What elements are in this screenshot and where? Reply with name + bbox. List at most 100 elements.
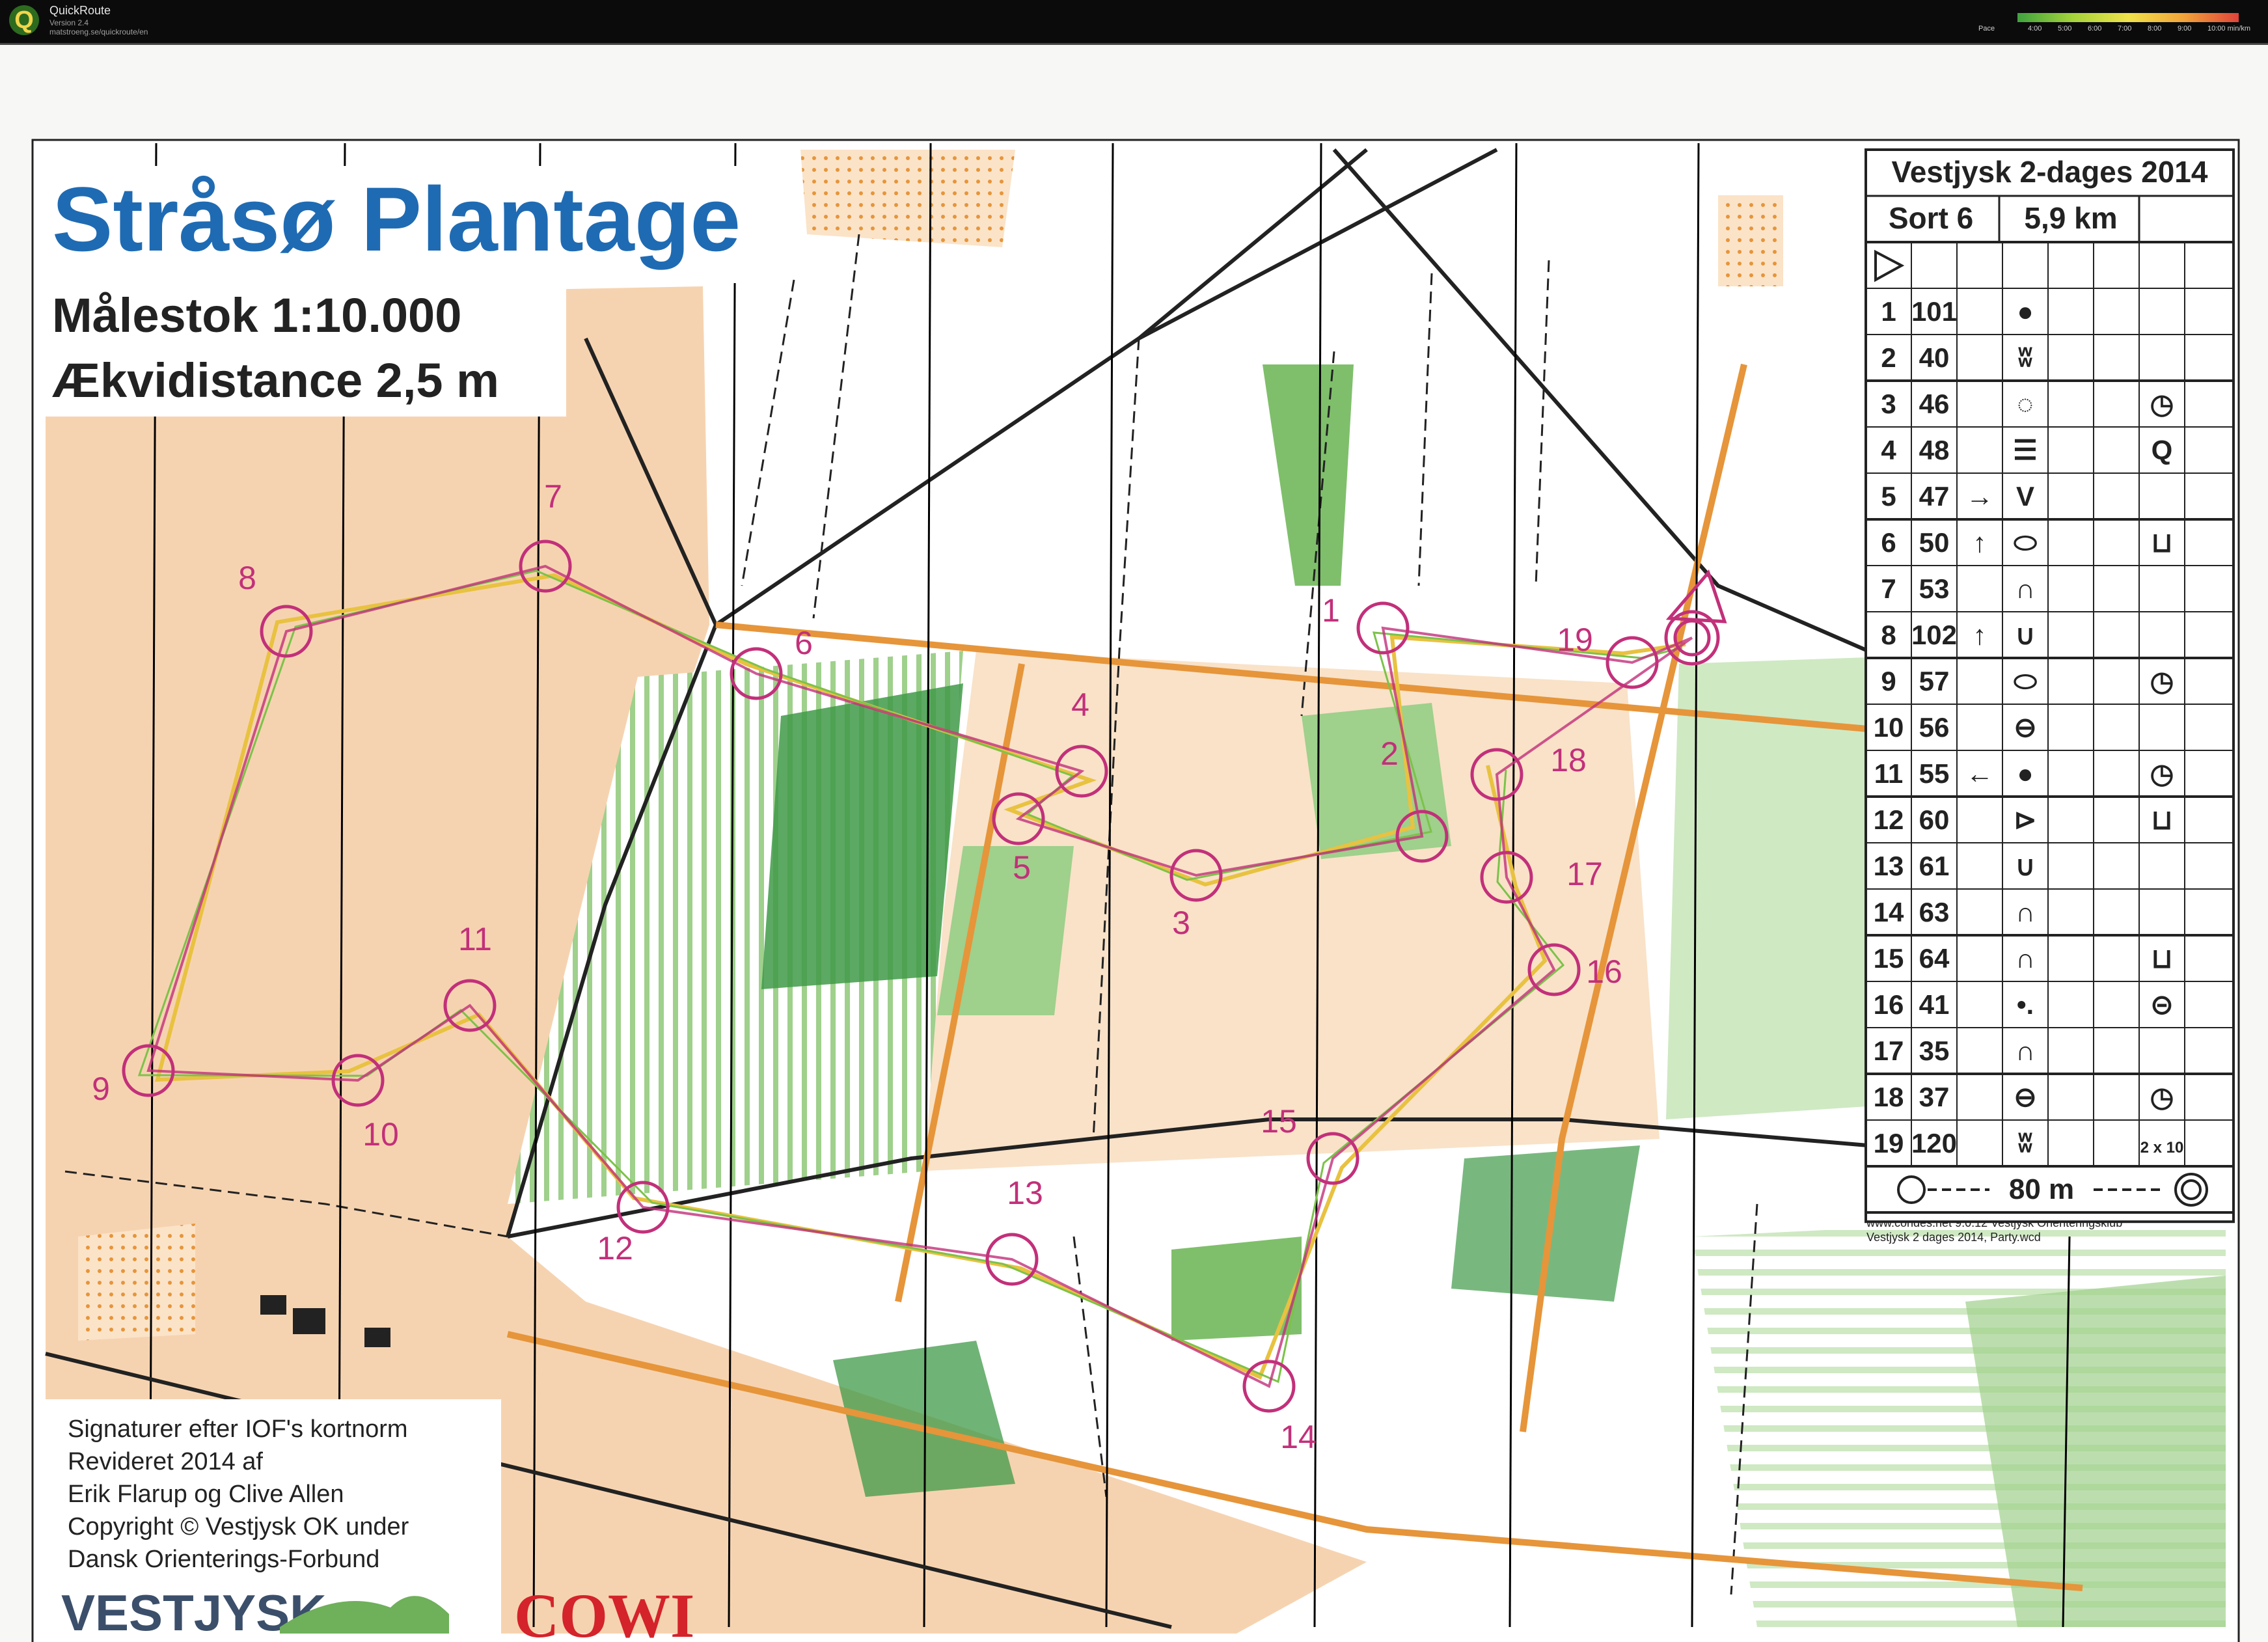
sheet-feature-symbol: ◌	[2017, 389, 2034, 419]
map-contour: Ækvidistance 2,5 m	[52, 353, 499, 407]
control-number: 17	[1566, 856, 1603, 892]
sheet-control-number: 4	[1881, 435, 1896, 465]
sheet-extra-symbol: ⊝	[2150, 989, 2173, 1020]
sheet-control-number: 12	[1874, 804, 1904, 835]
sheet-control-number: 7	[1881, 573, 1896, 604]
pace-tick: 4:00	[2028, 25, 2042, 33]
sheet-control-code: 46	[1919, 389, 1950, 419]
control-number: 12	[597, 1230, 633, 1266]
sheet-control-number: 8	[1881, 620, 1896, 650]
pace-tick: 9:00	[2178, 25, 2192, 33]
sheet-control-number: 5	[1881, 481, 1896, 512]
pace-tick: 6:00	[2088, 25, 2102, 33]
control-number: 18	[1550, 742, 1587, 778]
sheet-extra-symbol: ◷	[2150, 758, 2174, 789]
control-number: 1	[1322, 592, 1340, 629]
credit-line: Erik Flarup og Clive Allen	[68, 1481, 344, 1508]
sheet-feature-symbol: ⬭	[2014, 666, 2037, 696]
title-bar: Q QuickRoute Version 2.4 matstroeng.se/q…	[0, 0, 2268, 45]
pace-tick: 10:00 min/km	[2207, 25, 2251, 33]
pace-label: Pace	[1978, 25, 1995, 33]
sheet-control-code: 63	[1919, 897, 1950, 927]
rough-open-north	[800, 150, 1015, 247]
sheet-extra-symbol: Q	[2152, 435, 2173, 465]
sheet-length: 5,9 km	[2024, 201, 2117, 235]
sheet-control-number: 6	[1881, 527, 1896, 558]
sheet-feature-symbol: ●	[2017, 758, 2033, 789]
control-number: 5	[1013, 849, 1031, 886]
sheet-feature-symbol: •.	[2017, 989, 2034, 1020]
sheet-control-code: 41	[1919, 989, 1950, 1020]
sheet-control-number: 9	[1881, 666, 1896, 696]
sheet-extra-symbol: 2 x 10	[2140, 1139, 2184, 1156]
sheet-control-code: 35	[1919, 1035, 1950, 1066]
sheet-control-code: 64	[1919, 943, 1950, 974]
sheet-control-number: 18	[1874, 1082, 1904, 1112]
sheet-control-number: 1	[1881, 296, 1896, 327]
rough-open-small	[1718, 195, 1783, 286]
sheet-feature-symbol: V	[2016, 481, 2034, 512]
sheet-control-code: 120	[1911, 1128, 1957, 1158]
sheet-control-code: 61	[1919, 851, 1950, 881]
control-number: 16	[1586, 953, 1622, 990]
sheet-control-code: 60	[1919, 804, 1950, 835]
sheet-feature-symbol: ∩	[2015, 1035, 2035, 1066]
sheet-extra-symbol: ◷	[2150, 666, 2174, 696]
sheet-control-number: 16	[1874, 989, 1904, 1020]
sheet-event: Vestjysk 2-dages 2014	[1892, 155, 2208, 189]
control-number: 11	[458, 921, 492, 957]
sheet-feature-symbol: ⊖	[2014, 1082, 2036, 1112]
sheet-control-number: 15	[1874, 943, 1904, 974]
sheet-feature-symbol: ʬ	[2018, 1128, 2033, 1158]
sheet-control-code: 48	[1919, 435, 1950, 465]
sheet-control-number: 17	[1874, 1035, 1904, 1066]
sheet-direction: ↑	[1973, 620, 1987, 650]
control-number: 6	[795, 625, 813, 661]
control-number: 9	[92, 1071, 110, 1107]
software-note: Vestjysk 2 dages 2014, Party.wcd	[1866, 1231, 2041, 1244]
control-description-sheet: Vestjysk 2-dages 2014Sort 6 5,9 km1 101 ●2 4…	[1865, 148, 2235, 1224]
sheet-feature-symbol: ʬ	[2018, 342, 2033, 373]
control-number: 3	[1172, 905, 1190, 941]
sponsor-cowi-logo: COWI	[514, 1581, 694, 1642]
pace-tick: 5:00	[2058, 25, 2072, 33]
sheet-direction: →	[1966, 481, 1993, 512]
pace-legend: Pace 4:00 5:00 6:00 7:00 8:00 9:00 10:00…	[1978, 8, 2258, 35]
app-version: Version 2.4	[49, 18, 89, 27]
sheet-feature-symbol: ☰	[2013, 435, 2038, 465]
map-title: Stråsø Plantage	[52, 168, 741, 270]
map-canvas[interactable]: 1 2 3 4 5 6 7 8 9 10 11 12 13 14 15 16 17 18 19 Stråsø Pla…	[0, 46, 2268, 1642]
control-number: 19	[1557, 622, 1593, 658]
app-title: QuickRoute	[49, 4, 111, 17]
control-number: 15	[1261, 1103, 1297, 1140]
sheet-extra-symbol: ⊔	[2152, 943, 2173, 974]
sheet-control-code: 53	[1919, 573, 1950, 604]
sheet-control-code: 102	[1911, 620, 1957, 650]
sheet-control-number: 14	[1874, 897, 1904, 927]
sheet-control-code: 56	[1919, 712, 1950, 743]
sheet-control-code: 40	[1919, 342, 1950, 373]
sheet-feature-symbol: ∪	[2015, 620, 2036, 650]
sheet-feature-symbol: ⬭	[2014, 527, 2037, 558]
pace-tick: 7:00	[2118, 25, 2132, 33]
control-number: 4	[1071, 687, 1089, 723]
sheet-extra-symbol: ◷	[2150, 1082, 2174, 1112]
sheet-feature-symbol: ∩	[2015, 573, 2035, 604]
control-number: 7	[544, 478, 562, 515]
sheet-direction: ↑	[1973, 527, 1987, 558]
sheet-course: Sort 6	[1889, 201, 1973, 235]
sheet-feature-symbol: ●	[2017, 296, 2033, 327]
sheet-control-code: 50	[1919, 527, 1950, 558]
sheet-control-code: 55	[1919, 758, 1950, 789]
sheet-extra-symbol: ◷	[2150, 389, 2174, 419]
quickroute-logo-icon: Q	[9, 5, 39, 35]
sheet-feature-symbol: ⊳	[2014, 804, 2036, 835]
sheet-feature-symbol: ∩	[2015, 943, 2035, 974]
pace-gradient	[2017, 13, 2239, 22]
sheet-control-code: 47	[1919, 481, 1950, 512]
sheet-control-number: 19	[1874, 1128, 1904, 1158]
sheet-control-code: 57	[1919, 666, 1950, 696]
sheet-extra-symbol: ⊔	[2152, 527, 2173, 558]
control-number: 13	[1007, 1175, 1043, 1211]
sheet-feature-symbol: ∩	[2015, 897, 2035, 927]
